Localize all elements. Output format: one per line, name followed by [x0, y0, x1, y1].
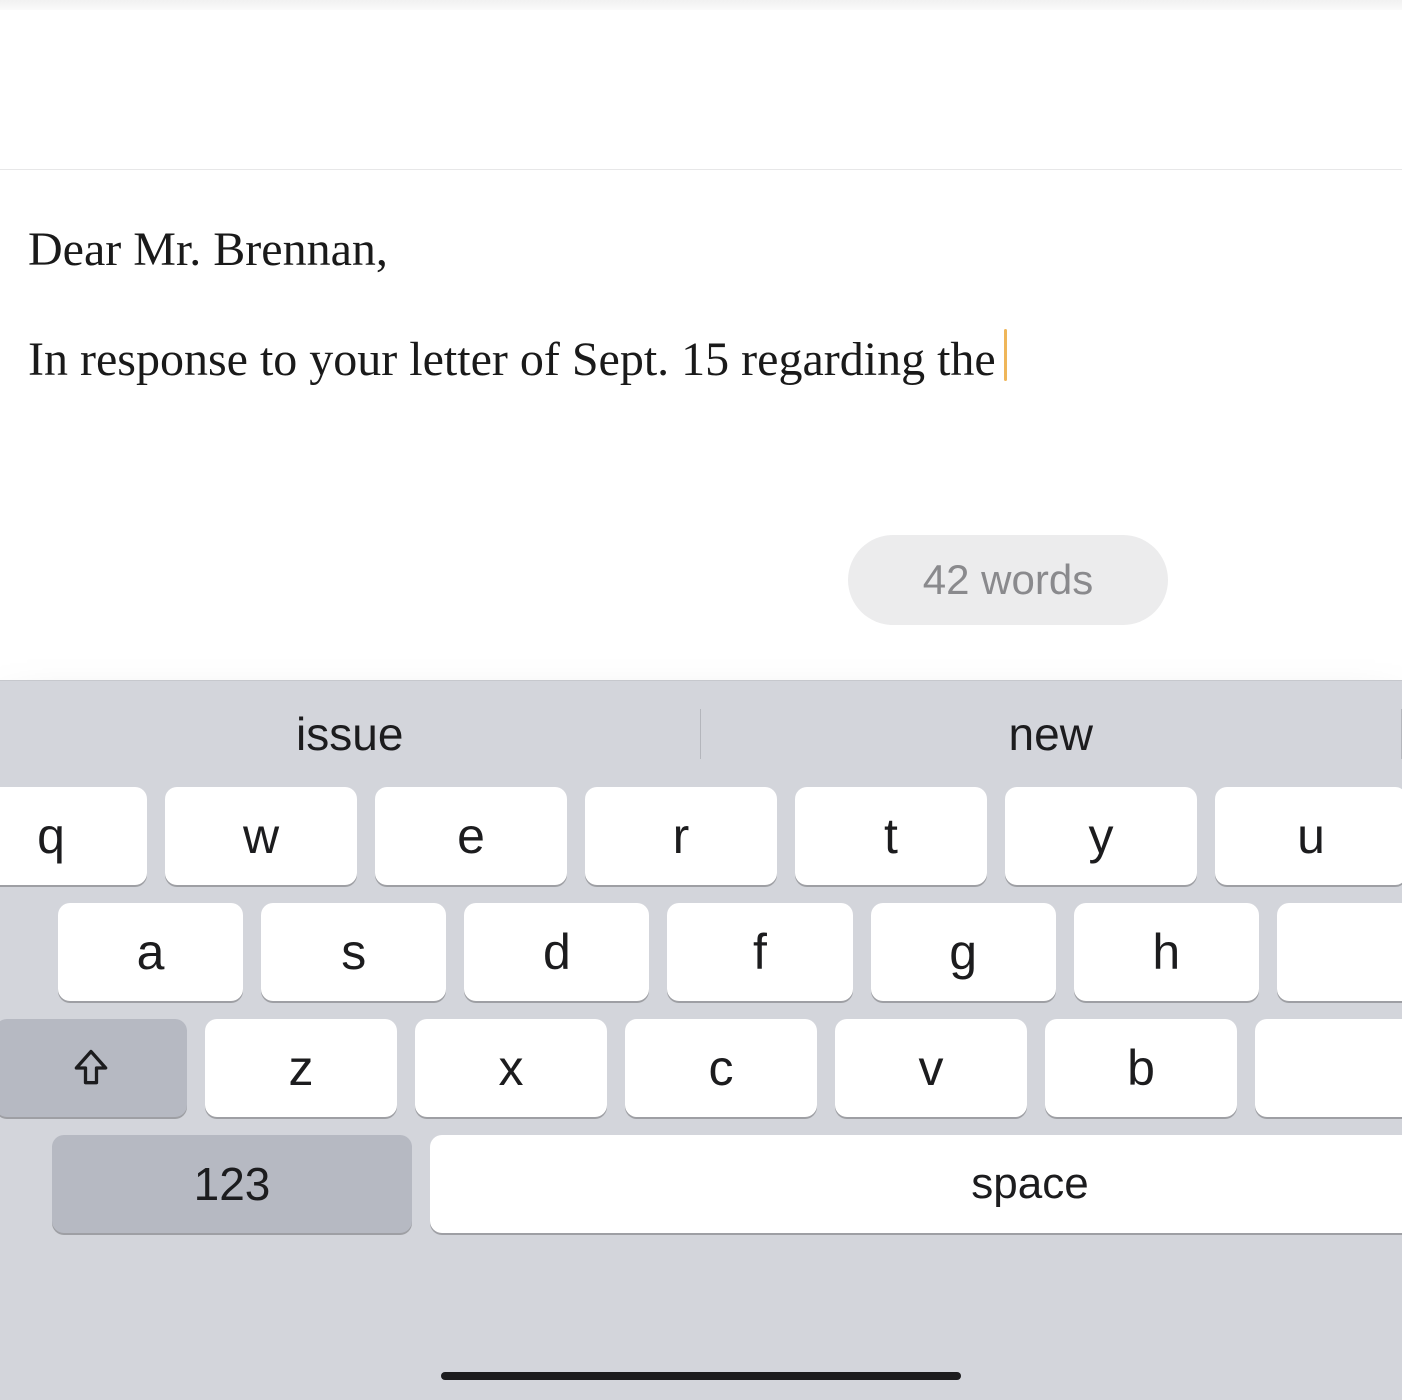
- text-line-1: Dear Mr. Brennan,: [28, 223, 388, 276]
- key-w[interactable]: w: [165, 787, 357, 885]
- keyboard-row-4: 123 space: [0, 1135, 1402, 1251]
- key-y[interactable]: y: [1005, 787, 1197, 885]
- keyboard-row-1: q w e r t y u: [0, 787, 1402, 903]
- key-f[interactable]: f: [667, 903, 852, 1001]
- key-c[interactable]: c: [625, 1019, 817, 1117]
- key-h[interactable]: h: [1074, 903, 1259, 1001]
- key-t[interactable]: t: [795, 787, 987, 885]
- key-s[interactable]: s: [261, 903, 446, 1001]
- key-space[interactable]: space: [430, 1135, 1402, 1233]
- document-editor[interactable]: Dear Mr. Brennan, In response to your le…: [28, 215, 1374, 394]
- text-cursor: [1004, 329, 1007, 381]
- key-z[interactable]: z: [205, 1019, 397, 1117]
- shift-icon: [69, 1046, 113, 1090]
- word-count-label: 42 words: [923, 556, 1093, 604]
- keyboard-row-3: z x c v b: [0, 1019, 1402, 1135]
- key-u[interactable]: u: [1215, 787, 1402, 885]
- suggestion-right[interactable]: new: [701, 681, 1401, 787]
- key-d[interactable]: d: [464, 903, 649, 1001]
- key-shift[interactable]: [0, 1019, 187, 1117]
- key-x[interactable]: x: [415, 1019, 607, 1117]
- paragraph-2: In response to your letter of Sept. 15 r…: [28, 325, 1374, 395]
- key-numeric[interactable]: 123: [52, 1135, 412, 1233]
- suggestion-left[interactable]: issue: [0, 681, 700, 787]
- key-v[interactable]: v: [835, 1019, 1027, 1117]
- key-j-partial[interactable]: [1277, 903, 1402, 1001]
- keyboard-row-2: a s d f g h: [58, 903, 1402, 1019]
- toolbar-area: [0, 10, 1402, 170]
- key-n-partial[interactable]: [1255, 1019, 1402, 1117]
- key-e[interactable]: e: [375, 787, 567, 885]
- onscreen-keyboard: issue new q w e r t y u a s d f g h z x …: [0, 680, 1402, 1400]
- key-q[interactable]: q: [0, 787, 147, 885]
- key-a[interactable]: a: [58, 903, 243, 1001]
- status-bar-hairline: [0, 0, 1402, 10]
- key-b[interactable]: b: [1045, 1019, 1237, 1117]
- word-count-badge[interactable]: 42 words: [848, 535, 1168, 625]
- paragraph-1: Dear Mr. Brennan,: [28, 215, 1374, 285]
- key-r[interactable]: r: [585, 787, 777, 885]
- suggestion-bar: issue new: [0, 681, 1402, 787]
- home-indicator[interactable]: [441, 1372, 961, 1380]
- key-g[interactable]: g: [871, 903, 1056, 1001]
- text-line-2: In response to your letter of Sept. 15 r…: [28, 333, 996, 386]
